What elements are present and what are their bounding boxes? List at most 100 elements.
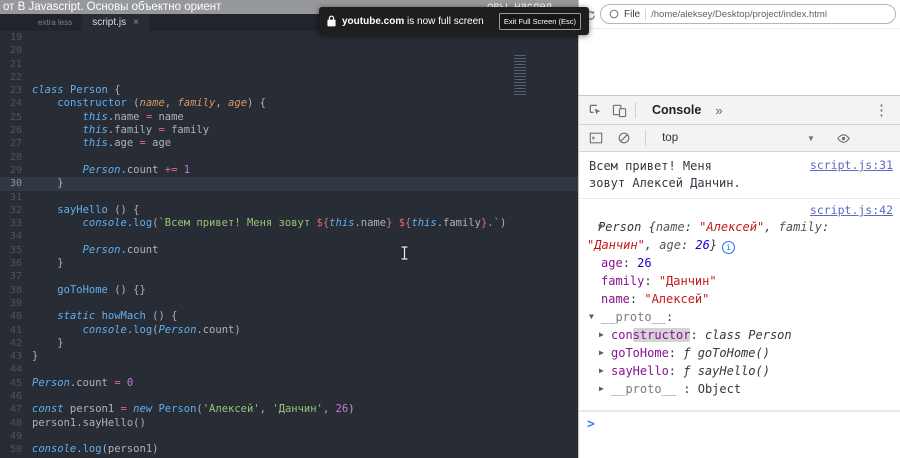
separator [635,102,636,118]
code-line[interactable]: 33 console.log(`Всем привет! Меня зовут … [0,217,578,230]
console-tree-row[interactable]: family: "Данчин" [587,272,893,290]
code-lines: 19 20 21 22 23 class Person {24 constructor (… [0,31,578,457]
line-number: 35 [9,244,22,256]
code-text: this.name = name [82,110,184,123]
device-toolbar-icon[interactable] [607,98,631,122]
code-line[interactable]: 28 [0,151,578,164]
line-number: 19 [9,32,22,43]
console-tree-row[interactable]: ▶ __proto__ : Object [587,380,893,398]
console-tree-row[interactable]: ▶ goToHome: ƒ goToHome() [587,344,893,362]
source-link[interactable]: script.js:31 [810,158,893,172]
source-link-row: script.js:42 [587,203,893,218]
code-line[interactable]: 22 [0,71,578,84]
line-number: 36 [9,258,22,270]
context-selector[interactable]: top ▼ [656,132,821,144]
code-line[interactable]: 39 [0,297,578,310]
console-prompt[interactable]: > [579,411,900,437]
console-tree-row[interactable]: ▼ Person {name: "Алексей", family: "Данчи… [587,218,893,254]
code-line[interactable]: 40 static howMach () { [0,310,578,323]
live-expression-eye-icon[interactable] [833,126,855,150]
code-line[interactable]: 35 Person.count [0,244,578,257]
code-line[interactable]: 27 this.age = age [0,137,578,150]
code-line[interactable]: 44 [0,363,578,376]
clear-console-icon[interactable] [613,126,635,150]
line-number: 27 [9,138,22,150]
info-icon[interactable]: i [722,241,736,254]
code-line[interactable]: 45 Person.count = 0 [0,377,578,390]
line-number: 47 [9,404,22,416]
url-bar[interactable]: File /home/aleksey/Desktop/project/index… [600,4,896,24]
console-toolbar: top ▼ [579,125,900,152]
code-line[interactable]: 25 this.name = name [0,111,578,124]
code-line[interactable]: 42 } [0,337,578,350]
expanded-arrow-icon[interactable]: ▼ [589,308,594,326]
collapsed-arrow-icon[interactable]: ▶ [599,362,604,380]
line-number: 26 [9,125,22,137]
line-number: 31 [9,191,22,203]
code-line[interactable]: 43} [0,350,578,363]
code-line[interactable]: 30 } [0,177,578,191]
code-line[interactable]: 26 this.family = family [0,124,578,137]
minimap[interactable] [514,55,526,95]
code-text: static howMach () { [57,310,178,323]
editor-tab-extra[interactable]: extra less [28,14,82,31]
line-number: 37 [9,271,22,283]
code-line[interactable]: 48 person1.sayHello() [0,417,578,430]
code-line[interactable]: 47 const person1 = new Person('Алексей', … [0,403,578,416]
code-line[interactable]: 36 } [0,257,578,270]
console-tree-row[interactable]: ▶ constructor: class Person [587,326,893,344]
code-text: const person1 = new Person('Алексей', 'Д… [32,403,355,416]
console-output: Всем привет! Меня зовут Алексей Данчин. … [579,152,900,437]
devtools-tab-bar: Console » ⋮ [579,96,900,125]
code-text: Person.count += 1 [82,163,191,176]
line-number: 25 [9,111,22,123]
text-cursor-pointer [400,246,409,265]
console-tree-row[interactable]: ▼ __proto__: [587,308,893,326]
code-text: } [32,336,64,349]
code-line[interactable]: 50 console.log(person1) [0,443,578,456]
tab-label: extra less [38,18,73,27]
line-number: 29 [9,164,22,176]
console-tree-row[interactable]: name: "Алексей" [587,290,893,308]
screen: от В Javascript. Основы объектно ориент … [0,0,900,458]
code-line[interactable]: 20 [0,44,578,57]
inspect-element-icon[interactable] [583,98,607,122]
code-line[interactable]: 34 [0,230,578,243]
devtools-panel: Console » ⋮ top ▼ Всем привет! Меня зову… [579,95,900,458]
code-line[interactable]: 24 constructor (name, family, age) { [0,97,578,110]
collapsed-arrow-icon[interactable]: ▶ [599,326,604,344]
expanded-arrow-icon[interactable]: ▼ [587,218,603,236]
console-tree-row[interactable]: ▶ sayHello: ƒ sayHello() [587,362,893,380]
code-text: console.log(`Всем привет! Меня зовут ${t… [82,217,507,230]
source-link[interactable]: script.js:42 [810,203,893,217]
collapsed-arrow-icon[interactable]: ▶ [599,344,604,362]
devtools-menu-icon[interactable]: ⋮ [874,101,889,119]
code-line[interactable]: 21 [0,58,578,71]
editor-tab-scriptjs[interactable]: script.js × [82,14,149,31]
line-number: 24 [9,98,22,110]
site-info-icon[interactable] [609,9,619,19]
code-text: sayHello () { [57,203,140,216]
code-line[interactable]: 41 console.log(Person.count) [0,324,578,337]
console-object-tree: ▼ Person {name: "Алексей", family: "Данчи… [587,218,893,398]
collapsed-arrow-icon[interactable]: ▶ [599,380,604,398]
code-line[interactable]: 32 sayHello () { [0,204,578,217]
line-number: 38 [9,284,22,296]
code-text: this.age = age [82,137,172,150]
code-line[interactable]: 49 [0,430,578,443]
code-line[interactable]: 23 class Person { [0,84,578,97]
url-path: /home/aleksey/Desktop/project/index.html [651,8,827,20]
code-line[interactable]: 46 [0,390,578,403]
code-line[interactable]: 29 Person.count += 1 [0,164,578,177]
code-line[interactable]: 31 [0,191,578,204]
close-icon[interactable]: × [133,17,139,28]
tab-console[interactable]: Console [640,96,713,124]
console-tree-row[interactable]: age: 26 [587,254,893,272]
more-tabs-icon[interactable]: » [715,103,722,118]
exit-fullscreen-button[interactable]: Exit Full Screen (Esc) [498,12,581,30]
code-line[interactable]: 37 [0,270,578,283]
line-number: 42 [9,337,22,349]
fullscreen-notification: youtube.com is now full screen Exit Full… [319,7,589,35]
console-sidebar-icon[interactable] [585,126,607,150]
code-line[interactable]: 38 goToHome () {} [0,284,578,297]
